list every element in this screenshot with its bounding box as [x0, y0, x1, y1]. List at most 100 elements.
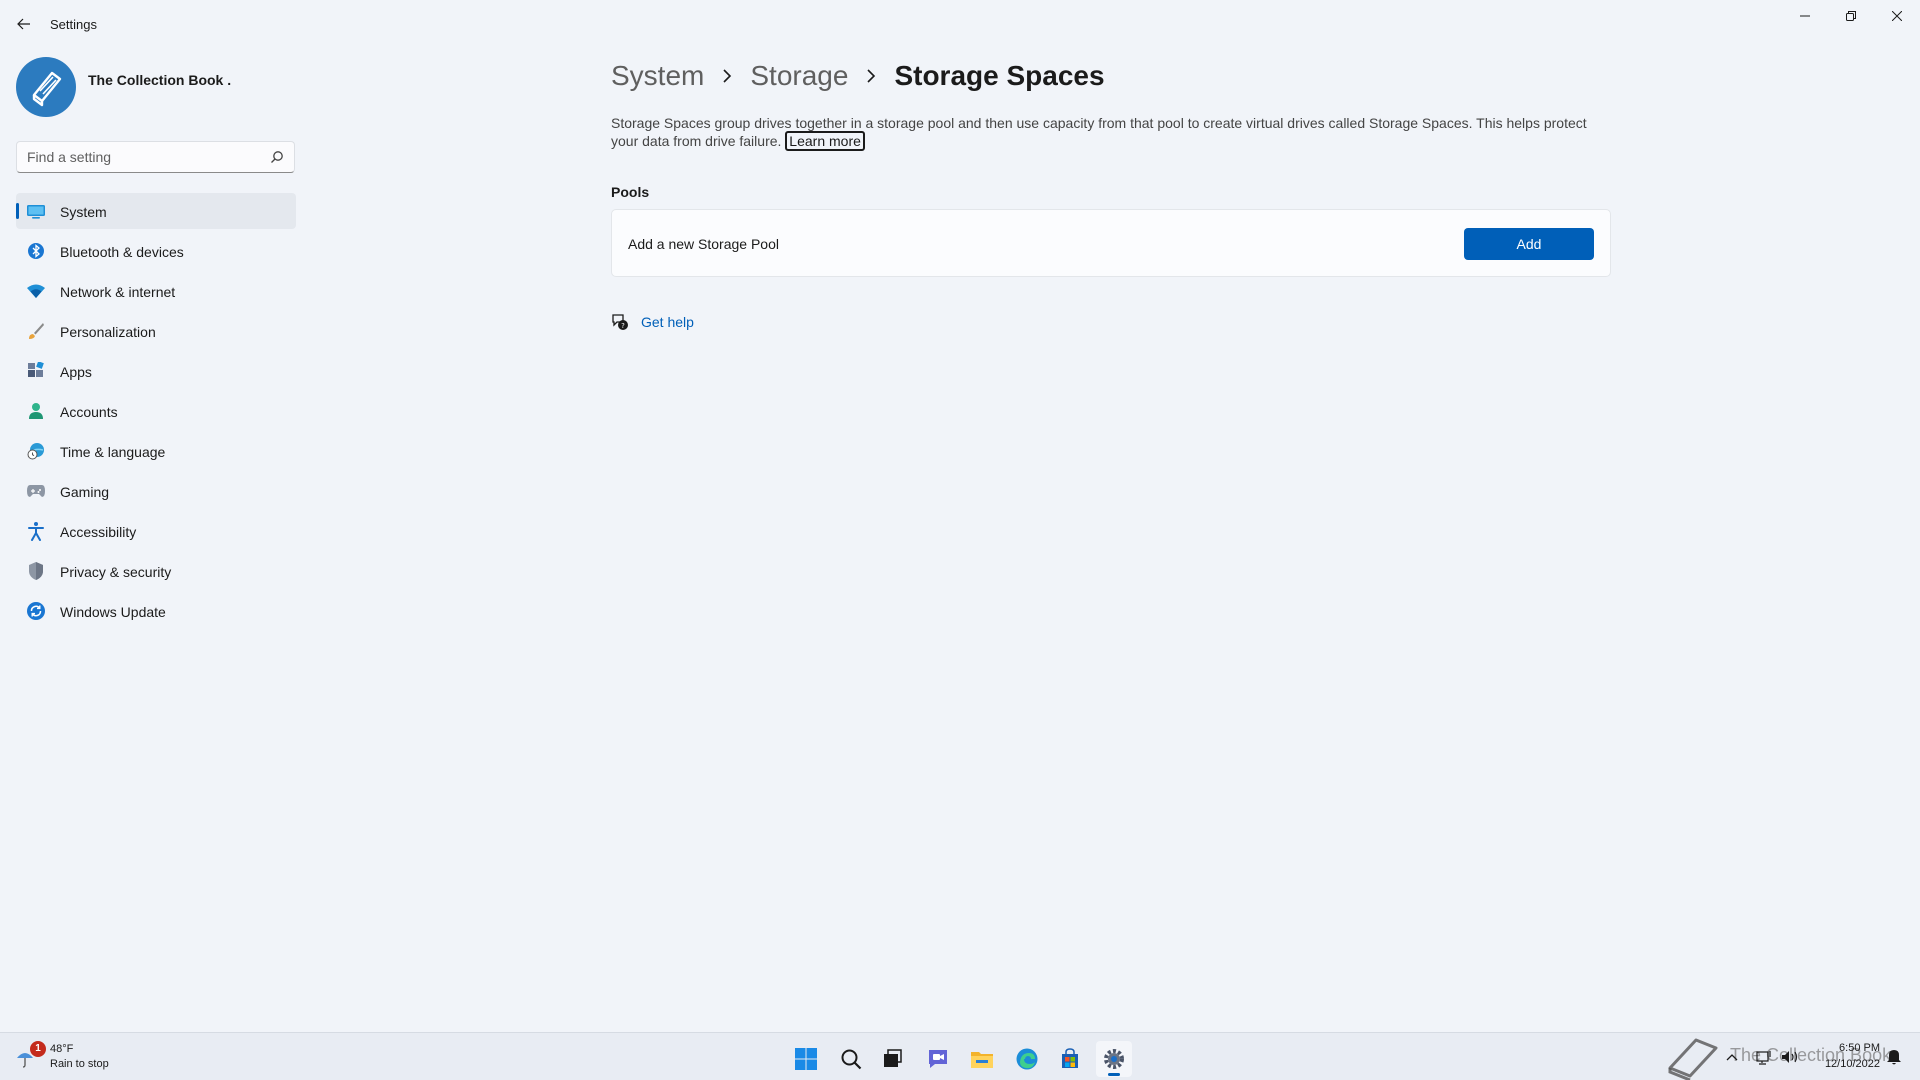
taskbar-search-button[interactable]: [833, 1041, 869, 1077]
taskbar: 1 48°F Rain to stop The Collection Book …: [0, 1032, 1920, 1080]
sidebar-item-network[interactable]: Network & internet: [16, 273, 296, 309]
clock-date[interactable]: 12/10/2022: [1808, 1058, 1880, 1070]
sidebar-item-accounts[interactable]: Accounts: [16, 393, 296, 429]
sidebar-item-apps[interactable]: Apps: [16, 353, 296, 389]
globe-clock-icon: [26, 442, 46, 460]
weather-widget[interactable]: 1 48°F Rain to stop: [16, 1041, 156, 1073]
sidebar-item-privacy[interactable]: Privacy & security: [16, 553, 296, 589]
search-icon: [841, 1049, 862, 1070]
settings-window: Settings The Collection Book . System: [0, 0, 1920, 1032]
add-storage-pool-card: Add a new Storage Pool Add: [611, 209, 1611, 277]
book-logo-icon: [32, 71, 62, 107]
search-box[interactable]: [16, 141, 295, 173]
book-watermark-icon: [1668, 1038, 1718, 1080]
sidebar-item-bluetooth[interactable]: Bluetooth & devices: [16, 233, 296, 269]
task-view-icon: [884, 1049, 902, 1067]
notification-bell-icon: [1887, 1050, 1901, 1065]
add-button[interactable]: Add: [1464, 228, 1594, 260]
network-tray-button[interactable]: [1756, 1045, 1774, 1069]
sidebar-item-label: Privacy & security: [60, 564, 172, 580]
chevron-right-icon: [704, 69, 750, 83]
system-icon: [26, 202, 46, 220]
sidebar-item-label: Network & internet: [60, 284, 176, 300]
learn-more-link[interactable]: Learn more: [785, 131, 865, 151]
brush-icon: [26, 322, 46, 340]
file-explorer-button[interactable]: [964, 1041, 1000, 1077]
profile-name: The Collection Book .: [88, 72, 232, 88]
network-icon: [1756, 1051, 1771, 1065]
sidebar-item-label: Apps: [60, 364, 92, 380]
minimize-icon: [1800, 15, 1810, 17]
start-button[interactable]: [788, 1041, 824, 1077]
sidebar-item-personalization[interactable]: Personalization: [16, 313, 296, 349]
get-help-link[interactable]: ? Get help: [611, 310, 694, 334]
bluetooth-icon: [26, 242, 46, 260]
restore-icon: [1846, 11, 1856, 21]
windows-logo-icon: [795, 1048, 817, 1070]
folder-icon: [971, 1052, 993, 1068]
notifications-button[interactable]: [1886, 1045, 1902, 1069]
sidebar-item-label: Time & language: [60, 444, 166, 460]
back-arrow-icon: [17, 18, 30, 30]
sidebar-item-label: Windows Update: [60, 604, 166, 620]
sidebar-item-gaming[interactable]: Gaming: [16, 473, 296, 509]
sidebar-item-label: Gaming: [60, 484, 110, 500]
account-icon: [26, 402, 46, 420]
gamepad-icon: [26, 482, 46, 500]
sidebar-item-label: Bluetooth & devices: [60, 244, 184, 260]
pools-section-title: Pools: [611, 184, 650, 200]
add-storage-pool-label: Add a new Storage Pool: [628, 236, 779, 252]
edge-icon: [1016, 1048, 1038, 1070]
update-icon: [26, 602, 46, 620]
shield-icon: [26, 562, 46, 580]
weather-desc: Rain to stop: [50, 1058, 109, 1070]
chat-icon: [929, 1050, 947, 1068]
page-description: Storage Spaces group drives together in …: [611, 114, 1613, 151]
accessibility-icon: [26, 522, 46, 541]
show-hidden-icons-button[interactable]: [1726, 1045, 1738, 1069]
svg-text:?: ?: [621, 322, 625, 330]
sidebar-item-system[interactable]: System: [16, 193, 296, 229]
sidebar-item-accessibility[interactable]: Accessibility: [16, 513, 296, 549]
task-view-button[interactable]: [874, 1041, 910, 1077]
sidebar-item-windows-update[interactable]: Windows Update: [16, 593, 296, 629]
sidebar-item-time-language[interactable]: Time & language: [16, 433, 296, 469]
chat-button[interactable]: [920, 1041, 956, 1077]
breadcrumb-system[interactable]: System: [611, 60, 704, 92]
clock-time[interactable]: 6:50 PM: [1820, 1042, 1880, 1054]
back-button[interactable]: [10, 12, 38, 36]
weather-temp: 48°F: [50, 1043, 74, 1055]
wifi-icon: [26, 282, 46, 300]
sidebar-item-label: Personalization: [60, 324, 156, 340]
breadcrumb-storage[interactable]: Storage: [750, 60, 848, 92]
chevron-up-icon: [1726, 1054, 1738, 1061]
volume-icon: [1782, 1051, 1798, 1063]
apps-icon: [26, 362, 46, 380]
search-input[interactable]: [27, 149, 267, 165]
description-text: Storage Spaces group drives together in …: [611, 115, 1587, 149]
close-button[interactable]: [1874, 0, 1920, 32]
search-icon[interactable]: [270, 150, 284, 164]
close-icon: [1892, 11, 1902, 21]
avatar[interactable]: [16, 57, 76, 117]
gear-icon: [1104, 1049, 1124, 1069]
sidebar-item-label: Accessibility: [60, 524, 137, 540]
sidebar-item-label: Accounts: [60, 404, 118, 420]
chevron-right-icon: [848, 69, 894, 83]
get-help-label: Get help: [641, 314, 694, 330]
store-icon: [1062, 1048, 1078, 1068]
settings-app-button[interactable]: [1096, 1041, 1132, 1077]
edge-browser-button[interactable]: [1009, 1041, 1045, 1077]
store-button[interactable]: [1052, 1041, 1088, 1077]
help-chat-icon: ?: [612, 314, 628, 330]
notification-badge: 1: [30, 1041, 46, 1057]
title-bar: Settings: [0, 0, 1920, 48]
app-title: Settings: [50, 17, 97, 32]
sidebar-item-label: System: [60, 204, 107, 220]
sidebar-nav: System Bluetooth & devices Network & int…: [16, 193, 296, 633]
breadcrumb: System Storage Storage Spaces: [611, 56, 1105, 96]
volume-tray-button[interactable]: [1780, 1045, 1800, 1069]
minimize-button[interactable]: [1782, 0, 1828, 32]
restore-button[interactable]: [1828, 0, 1874, 32]
page-title: Storage Spaces: [894, 60, 1105, 91]
